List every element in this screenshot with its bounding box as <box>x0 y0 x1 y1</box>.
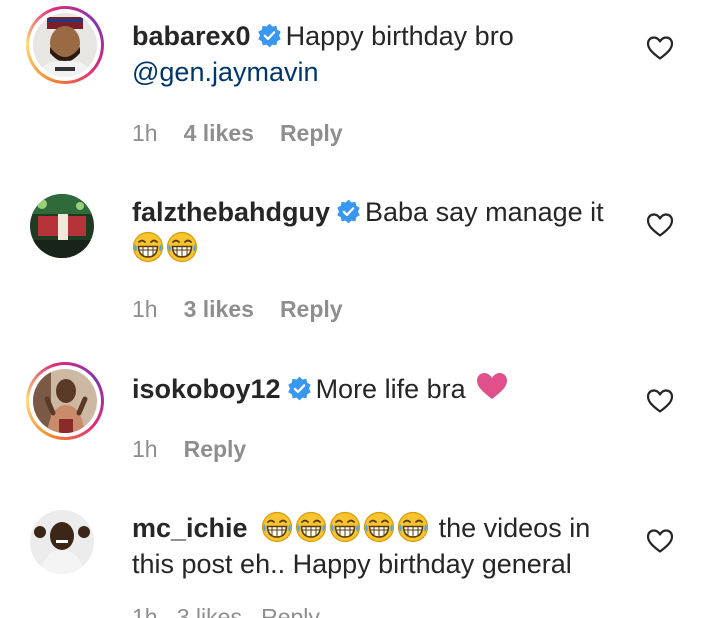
tears-of-joy-emoji-icon <box>261 511 293 543</box>
comment-text-continued: this post eh.. Happy birthday general <box>132 549 572 579</box>
comment-username[interactable]: falzthebahdguy <box>132 197 330 227</box>
likes-count[interactable]: 4 likes <box>184 120 254 146</box>
avatar <box>33 369 97 433</box>
comment-username[interactable]: mc_ichie <box>132 513 248 543</box>
comment-time: 1h <box>132 436 158 462</box>
verified-badge-icon <box>257 23 282 48</box>
comment-text: the videos in <box>438 513 591 543</box>
reply-button[interactable]: Reply <box>280 296 343 322</box>
avatar <box>33 13 97 77</box>
comment-time: 1h <box>132 120 158 146</box>
reply-button[interactable]: Reply <box>184 436 247 462</box>
likes-count[interactable]: 3 likes <box>184 296 254 322</box>
like-heart-icon[interactable] <box>646 35 674 61</box>
like-heart-icon[interactable] <box>646 212 674 238</box>
like-heart-icon[interactable] <box>646 388 674 414</box>
like-heart-icon[interactable] <box>646 528 674 554</box>
comment-meta-cutoff: 1h 3 likes Reply <box>132 604 320 618</box>
reply-button[interactable]: Reply <box>280 120 343 146</box>
comment-text: Happy birthday bro <box>285 21 514 51</box>
tears-of-joy-emoji-icon <box>166 231 198 263</box>
comment-text: More life bra <box>315 374 466 404</box>
tears-of-joy-emoji-icon <box>363 511 395 543</box>
comment-username[interactable]: isokoboy12 <box>132 374 281 404</box>
avatar-story-ring[interactable] <box>26 6 104 84</box>
avatar[interactable] <box>30 194 94 258</box>
pink-heart-emoji-icon <box>476 370 508 402</box>
tears-of-joy-emoji-icon <box>329 511 361 543</box>
comment-username[interactable]: babarex0 <box>132 21 251 51</box>
tears-of-joy-emoji-icon <box>397 511 429 543</box>
avatar[interactable] <box>30 510 94 574</box>
mention-link[interactable]: @gen.jaymavin <box>132 57 319 87</box>
avatar-story-ring[interactable] <box>26 362 104 440</box>
verified-badge-icon <box>287 376 312 401</box>
tears-of-joy-emoji-icon <box>295 511 327 543</box>
comment-time: 1h <box>132 296 158 322</box>
tears-of-joy-emoji-icon <box>132 231 164 263</box>
comment-text: Baba say manage it <box>365 197 604 227</box>
verified-badge-icon <box>336 199 361 224</box>
